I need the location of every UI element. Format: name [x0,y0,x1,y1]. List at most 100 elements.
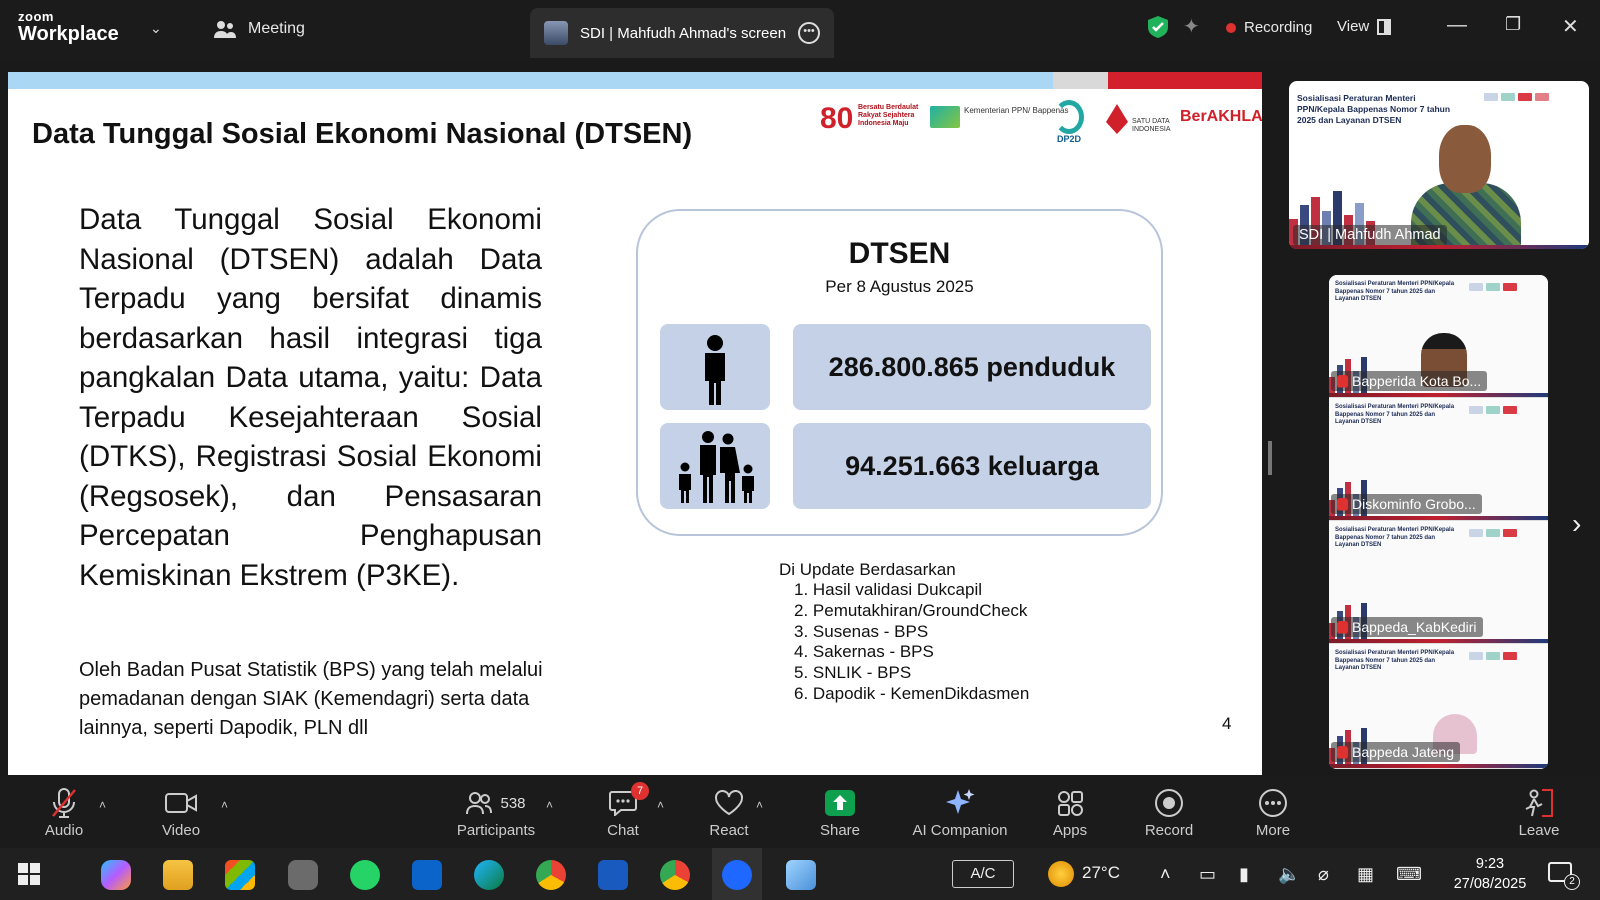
family-stat: 94.251.663 keluarga [793,423,1151,509]
participant-name-label: Diskominfo Grobo... [1331,494,1482,514]
slide-top-bar-red [1108,72,1262,89]
restore-icon[interactable]: ❐ [1505,14,1521,35]
apps-label: Apps [1052,822,1088,839]
outlook-icon[interactable] [412,860,442,890]
ac-indicator[interactable]: A/C [952,860,1014,888]
meeting-controls: Audio ˄ Video ˄ 538 Participants ˄ 7 Cha… [0,776,1600,848]
more-button[interactable]: More [1225,786,1321,839]
temperature-label[interactable]: 27°C [1082,863,1120,883]
participant-tile[interactable]: Sosialisasi Peraturan Menteri PPN/Kepala… [1329,644,1548,769]
ai-companion-button[interactable]: AI Companion [900,786,1020,839]
app-menu-chevron-icon[interactable]: ⌄ [150,20,162,37]
update-source-item: 2. Pemutakhiran/GroundCheck [794,600,1028,620]
leave-icon [1525,789,1553,817]
participants-label: Participants [456,822,536,839]
chat-unread-badge: 7 [631,782,649,800]
whatsapp-icon[interactable] [350,860,380,890]
keyboard-icon[interactable]: ⌨ [1396,864,1422,885]
participants-options-chevron-icon[interactable]: ˄ [546,798,553,812]
leave-button[interactable]: Leave [1491,786,1587,839]
person-icon-box [660,324,770,410]
copilot-icon[interactable] [101,860,131,890]
react-label: React [709,822,749,839]
apps-button[interactable]: Apps [1022,786,1118,839]
tile-background-title: Sosialisasi Peraturan Menteri PPN/Kepala… [1335,527,1455,548]
more-options-icon[interactable]: ••• [798,22,820,44]
participant-tile[interactable]: Sosialisasi Peraturan Menteri PPN/Kepala… [1329,521,1548,644]
panel-resize-handle[interactable] [1268,441,1272,475]
device-icon[interactable]: ▭ [1199,864,1216,885]
video-button[interactable]: Video [133,786,229,839]
chrome-icon[interactable] [660,860,690,890]
speaker-background-logos [1484,93,1549,103]
dp2d-mark-icon [1054,100,1084,134]
shared-screen-label: SDI | Mahfudh Ahmad's screen [580,24,787,42]
camera-app-icon[interactable] [288,860,318,890]
update-source-item: 6. Dapodik - KemenDikdasmen [794,683,1030,703]
more-icon [1259,789,1287,817]
ai-sparkle-icon[interactable]: ✦ [1183,14,1200,39]
speaker-video-tile[interactable]: Sosialisasi Peraturan Menteri PPN/Kepala… [1289,81,1589,249]
security-shield-icon[interactable] [1148,16,1168,38]
clock-date: 27/08/2025 [1453,876,1527,892]
meeting-tab[interactable]: Meeting [214,20,305,38]
microsoft-store-icon[interactable] [225,860,255,890]
windows-start-icon[interactable] [18,863,40,885]
audio-options-chevron-icon[interactable]: ˄ [99,798,106,812]
weather-sun-icon[interactable] [1048,861,1074,887]
meeting-label: Meeting [248,20,305,37]
tile-background-title: Sosialisasi Peraturan Menteri PPN/Kepala… [1335,650,1455,671]
view-button[interactable]: View [1337,18,1392,35]
recording-indicator[interactable]: Recording [1226,19,1312,36]
speaker-volume-icon[interactable]: 🔈 [1278,864,1300,885]
participants-button[interactable]: 538 Participants [436,786,556,839]
notification-count: 2 [1564,874,1580,890]
muted-mic-icon [1337,374,1348,388]
muted-mic-icon [1337,620,1348,634]
audio-label: Audio [44,822,84,839]
logo-80-number: 80 [820,102,854,135]
react-button[interactable]: React [681,786,777,839]
file-explorer-icon[interactable] [163,860,193,890]
minimize-icon[interactable]: — [1447,14,1467,37]
bps-note: Oleh Badan Pusat Statistik (BPS) yang te… [79,659,543,739]
participants-icon [466,792,493,815]
chat-button[interactable]: 7 Chat [575,782,671,839]
bappenas-mark-icon [930,106,960,128]
video-options-chevron-icon[interactable]: ˄ [221,798,228,812]
dtsen-summary-box: DTSEN Per 8 Agustus 2025 286.800.865 pen… [636,209,1163,536]
audio-button[interactable]: Audio [16,786,112,839]
chrome-profile-icon[interactable] [536,860,566,890]
system-clock[interactable]: 9:23 27/08/2025 [1440,854,1540,894]
edge-icon[interactable] [474,860,504,890]
react-options-chevron-icon[interactable]: ˄ [756,798,763,812]
dp2d-label: DP2D [1056,134,1081,144]
dtsen-box-date: Per 8 Agustus 2025 [825,277,974,296]
slide-page-number: 4 [1222,714,1232,733]
wifi-icon[interactable]: ⌀ [1318,864,1329,885]
view-label: View [1337,18,1370,35]
share-label: Share [819,822,861,839]
notification-center-icon[interactable]: 2 [1548,862,1580,890]
slide-top-bar-blue [8,72,1053,89]
dtsen-box-title: DTSEN [848,237,951,270]
shared-screen-tab[interactable]: SDI | Mahfudh Ahmad's screen ••• [530,8,834,58]
participant-count: 538 [500,794,526,812]
notepad-icon[interactable] [786,860,816,890]
slide-title: Data Tunggal Sosial Ekonomi Nasional (DT… [32,118,693,150]
update-sources-list: 1. Hasil validasi Dukcapil 2. Pemutakhir… [794,580,1029,705]
word-icon[interactable] [598,860,628,890]
share-button[interactable]: Share [792,786,888,839]
participant-gallery: Sosialisasi Peraturan Menteri PPN/Kepala… [1329,275,1548,769]
apps-icon [1058,791,1083,816]
display-icon[interactable]: ▦ [1357,864,1374,885]
record-button[interactable]: Record [1121,786,1217,839]
chat-options-chevron-icon[interactable]: ˄ [657,798,664,812]
institution-logos: 80 Bersatu Berdaulat Rakyat Sejahtera In… [820,100,1262,150]
microphone-icon[interactable]: ▮ [1239,864,1249,885]
gallery-next-page-icon[interactable]: › [1572,508,1581,540]
close-icon[interactable]: ✕ [1562,14,1579,39]
participant-tile[interactable]: Sosialisasi Peraturan Menteri PPN/Kepala… [1329,275,1548,398]
participant-tile[interactable]: Sosialisasi Peraturan Menteri PPN/Kepala… [1329,398,1548,521]
tray-overflow-chevron-icon[interactable]: ˄ [1160,864,1171,885]
